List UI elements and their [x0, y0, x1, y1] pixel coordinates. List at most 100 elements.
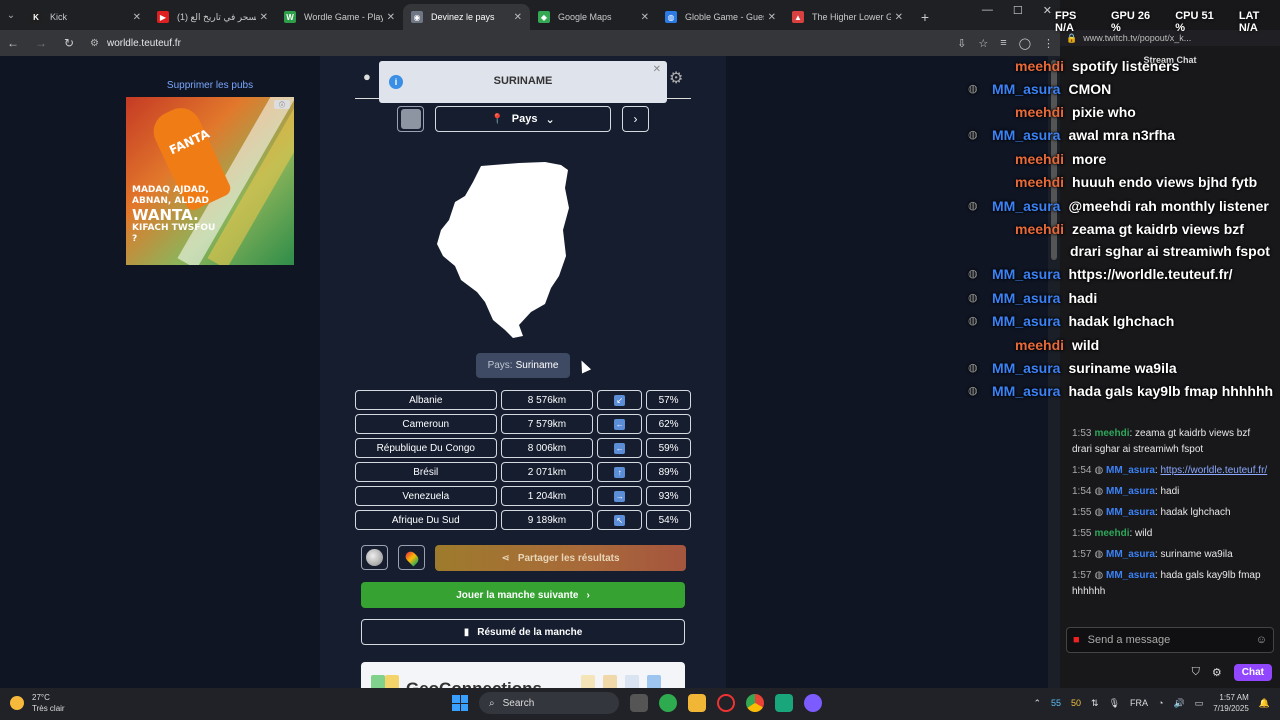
direction-arrow-icon: ↙ [614, 394, 626, 406]
settings-gear-icon[interactable]: ⚙ [669, 68, 683, 88]
maximize-icon[interactable]: ☐ [1013, 4, 1023, 17]
user-icon[interactable]: ● [363, 69, 371, 84]
camera-icon[interactable]: ■ [1073, 634, 1080, 646]
chat-message: 1:55 ◍ MM_asura: hadak lghchach [1072, 507, 1231, 518]
language-indicator[interactable]: FRA [1130, 698, 1148, 708]
page-scrollbar[interactable] [1048, 56, 1060, 688]
forward-icon[interactable]: → [34, 36, 48, 50]
browser-tab[interactable]: K Kick ✕ [22, 4, 149, 30]
guess-country: Cameroun [355, 414, 497, 434]
guess-row: République Du Congo 8 006km ← 59% [355, 438, 691, 458]
chat-username[interactable]: MM_asura [1106, 465, 1155, 476]
chevron-up-icon[interactable]: ⌃ [1033, 698, 1041, 709]
app-teal-icon[interactable] [775, 694, 793, 712]
play-next-round-button[interactable]: Jouer la manche suivante › [361, 582, 685, 608]
guess-proximity: 54% [646, 510, 691, 530]
shield-icon[interactable]: ⛉ [1192, 666, 1200, 679]
wifi-icon[interactable]: ◔ [1158, 698, 1163, 708]
chat-username[interactable]: MM_asura [1106, 570, 1155, 581]
tab-search-icon[interactable]: ⌄ [0, 0, 22, 30]
new-tab-button[interactable]: + [911, 4, 939, 30]
install-icon[interactable]: ⇩ [957, 37, 966, 50]
chat-settings-icon[interactable]: ⚙ [1212, 666, 1222, 679]
mic-icon[interactable]: 🎙 [1109, 698, 1120, 709]
clock[interactable]: 1:57 AM 7/19/2025 [1213, 692, 1249, 714]
start-windows-icon[interactable] [452, 695, 468, 711]
browser-tab[interactable]: ◍ Globle Game - Guess... ✕ [657, 4, 784, 30]
browser-tab[interactable]: ◉ Devinez le pays ✕ [403, 4, 530, 30]
ad-slogan: MADAQ AJDAD, ABNAN, ALDAD WANTA. KIFACH … [132, 185, 222, 245]
tab-close-icon[interactable]: ✕ [895, 12, 903, 23]
weather-widget[interactable]: 27°C Très clair [10, 692, 65, 714]
chat-send-button[interactable]: Chat [1233, 663, 1272, 681]
ad-slogan-line1: MADAQ AJDAD, ABNAN, ALDAD [132, 185, 210, 206]
profile-icon[interactable]: ◯ [1019, 37, 1031, 50]
browser-tab[interactable]: ▶ (1) السحر في تاريخ الع... ✕ [149, 4, 276, 30]
opera-icon[interactable] [717, 694, 735, 712]
tab-close-icon[interactable]: ✕ [768, 12, 776, 23]
battery-icon[interactable]: ▭ [1195, 698, 1204, 709]
browser-tab[interactable]: W Wordle Game - Play U... ✕ [276, 4, 403, 30]
browser-tab[interactable]: ◆ Google Maps ✕ [530, 4, 657, 30]
chat-time: 1:54 [1072, 486, 1092, 497]
globe-button[interactable] [361, 545, 388, 570]
chat-time: 1:57 [1072, 549, 1092, 560]
share-results-button[interactable]: ⋖ Partager les résultats [435, 545, 686, 571]
file-explorer-icon[interactable] [688, 694, 706, 712]
network-icon[interactable]: ⇅ [1091, 698, 1099, 709]
tray-a[interactable]: 55 [1051, 698, 1061, 708]
close-icon[interactable]: ✕ [1043, 4, 1052, 17]
share-icon: ⋖ [501, 552, 510, 564]
menu-icon[interactable]: ⋮ [1043, 37, 1054, 50]
previous-mode-button[interactable] [397, 106, 424, 132]
notification-bell-icon[interactable]: 🔔 [1259, 698, 1270, 709]
chat-text[interactable]: https://worldle.teuteuf.fr/ [1160, 465, 1267, 476]
round-summary-button[interactable]: ▮ Résumé de la manche [361, 619, 685, 645]
tab-close-icon[interactable]: ✕ [514, 12, 522, 23]
lock-icon: 🔒 [1066, 32, 1078, 43]
temperature: 27°C [32, 693, 50, 702]
reload-icon[interactable]: ↻ [62, 36, 76, 50]
task-view-icon[interactable] [630, 694, 648, 712]
next-mode-button[interactable]: › [622, 106, 649, 132]
taskbar-search[interactable]: ⌕ Search [479, 692, 619, 714]
chat-username[interactable]: MM_asura [1106, 507, 1155, 518]
address-bar[interactable]: ⚙ worldle.teuteuf.fr [90, 33, 943, 53]
direction-arrow-icon: ↖ [614, 514, 626, 526]
app-green-icon[interactable] [659, 694, 677, 712]
tray-b[interactable]: 50 [1071, 698, 1081, 708]
tab-close-icon[interactable]: ✕ [133, 12, 141, 23]
extensions-icon[interactable]: ≡ [1000, 37, 1006, 50]
emote-icon[interactable]: ☺ [1256, 634, 1267, 646]
tab-close-icon[interactable]: ✕ [641, 12, 649, 23]
bookmark-star-icon[interactable]: ☆ [978, 37, 988, 50]
chat-username[interactable]: MM_asura [1106, 549, 1155, 560]
google-maps-button[interactable] [398, 545, 425, 570]
chrome-icon[interactable] [746, 694, 764, 712]
ad-choices-icon[interactable]: ⓘ [274, 100, 290, 109]
browser-tab[interactable]: ▲ The Higher Lower Gam... ✕ [784, 4, 911, 30]
chevron-right-icon: › [586, 589, 590, 601]
guess-distance: 8 576km [500, 390, 594, 410]
answer-value: Suriname [515, 360, 559, 371]
chat-username[interactable]: meehdi [1094, 428, 1129, 439]
clock-time: 1:57 AM [1219, 693, 1249, 702]
tab-title: Google Maps [558, 12, 612, 22]
remove-ads-link[interactable]: Supprimer les pubs [126, 80, 294, 91]
geoconnections-card[interactable]: GeoConnections [361, 662, 685, 688]
fanta-ad-image[interactable]: FANTA MADAQ AJDAD, ABNAN, ALDAD WANTA. K… [126, 97, 294, 265]
tab-close-icon[interactable]: ✕ [387, 12, 395, 23]
discord-icon[interactable] [804, 694, 822, 712]
back-icon[interactable]: ← [6, 36, 20, 50]
site-info-icon[interactable]: ⚙ [90, 38, 99, 49]
chat-username[interactable]: MM_asura [1106, 486, 1155, 497]
mode-selector[interactable]: 📍 Pays ⌄ [435, 106, 611, 132]
minimize-icon[interactable]: — [982, 4, 993, 17]
chat-input-placeholder: Send a message [1087, 634, 1171, 646]
tab-close-icon[interactable]: ✕ [260, 12, 268, 23]
volume-icon[interactable]: 🔊 [1173, 698, 1184, 709]
toast-close-icon[interactable]: ✕ [653, 64, 661, 75]
chat-username[interactable]: meehdi [1094, 528, 1129, 539]
chat-header: Stream Chat [1143, 55, 1197, 65]
chat-input[interactable]: ■ Send a message ☺ [1066, 627, 1274, 653]
